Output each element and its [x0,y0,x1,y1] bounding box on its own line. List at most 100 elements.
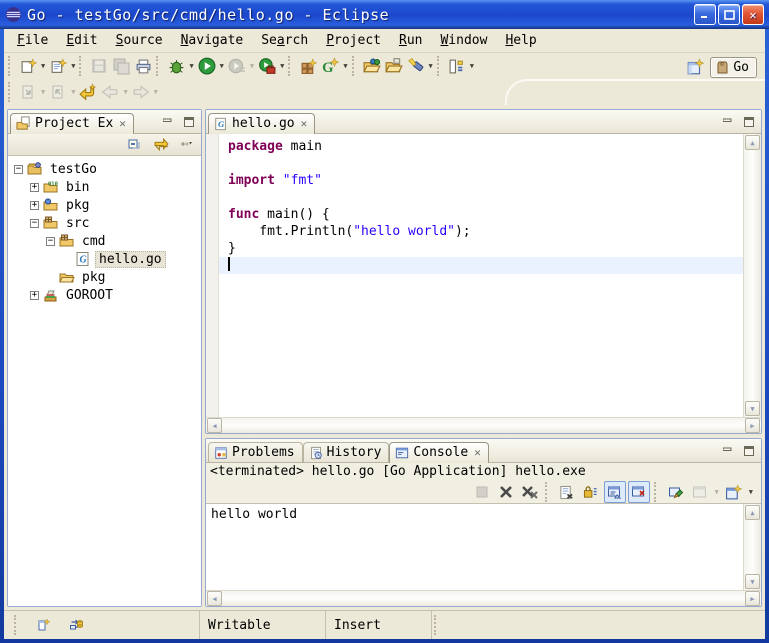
new-go-package-icon[interactable] [297,55,319,77]
collapse-toggle[interactable]: − [30,219,39,228]
new-go-app-dropdown[interactable]: ▼ [343,62,347,70]
annotations-dropdown[interactable]: ▼ [470,62,474,70]
code-line[interactable]: func main() { [219,206,743,223]
maximize-button[interactable] [718,4,740,25]
console-vertical-scrollbar[interactable]: ▲ ▼ [743,504,761,590]
menu-window[interactable]: Window [431,31,496,50]
tree-item-testgo[interactable]: − testGo [8,160,201,178]
collapse-toggle[interactable]: − [14,165,23,174]
scroll-lock-icon[interactable] [580,481,602,503]
scroll-left-icon[interactable]: ◀ [207,418,222,433]
menu-source[interactable]: Source [107,31,172,50]
menu-search[interactable]: Search [252,31,317,50]
debug-icon[interactable] [165,55,187,77]
editor-tab-close-icon[interactable]: ✕ [301,117,308,130]
collapse-all-icon[interactable] [125,134,147,156]
external-tools-icon[interactable] [256,55,278,77]
tree-item-src[interactable]: − src [8,214,201,232]
fast-view-icon[interactable] [33,614,55,636]
minimize-button[interactable] [694,4,716,25]
tree-item-hello-go[interactable]: G hello.go [8,250,201,268]
history-tab[interactable]: History [303,442,390,463]
menu-edit[interactable]: Edit [57,31,106,50]
menu-file[interactable]: File [8,31,57,50]
link-with-editor-icon[interactable] [150,134,172,156]
editor-minimize-icon[interactable] [719,114,736,129]
code-line[interactable]: } [219,240,743,257]
scroll-right-icon[interactable]: ▶ [745,418,760,433]
new-go-app-icon[interactable]: G [319,55,341,77]
console-output[interactable]: hello world [206,504,743,590]
go-perspective-button[interactable]: Go [710,57,757,78]
open-perspective-icon[interactable] [684,56,706,78]
console-maximize-icon[interactable] [740,443,757,458]
collapse-toggle[interactable]: − [46,237,55,246]
scroll-up-icon[interactable]: ▲ [745,505,760,520]
go-open-folder-icon[interactable] [383,55,405,77]
code-line[interactable]: fmt.Println("hello world"); [219,223,743,240]
menu-navigate[interactable]: Navigate [172,31,253,50]
editor-maximize-icon[interactable] [740,114,757,129]
console-horizontal-scrollbar[interactable]: ◀ ▶ [206,590,761,606]
editor-tab-hello-go[interactable]: G hello.go ✕ [208,113,315,134]
new-wizard-icon[interactable] [17,55,39,77]
trim-stack-icon[interactable] [65,614,87,636]
show-stdout-icon[interactable] [604,481,626,503]
scroll-down-icon[interactable]: ▼ [745,574,760,589]
menu-project[interactable]: Project [317,31,390,50]
annotations-icon[interactable] [446,55,468,77]
new-go-file-icon[interactable] [47,55,69,77]
search-dropdown[interactable]: ▼ [429,62,433,70]
clear-console-icon[interactable] [556,481,578,503]
close-button[interactable]: ✕ [742,4,764,25]
code-line[interactable]: import "fmt" [219,172,743,189]
menu-help[interactable]: Help [496,31,545,50]
tree-item-cmd[interactable]: − cmd [8,232,201,250]
tree-item-pkg-src[interactable]: pkg [8,268,201,286]
code-line[interactable] [219,155,743,172]
new-go-file-dropdown[interactable]: ▼ [71,62,75,70]
tree-item-pkg[interactable]: + pkg [8,196,201,214]
new-wizard-dropdown[interactable]: ▼ [41,62,45,70]
explorer-maximize-icon[interactable] [180,114,197,129]
editor-vertical-scrollbar[interactable]: ▲ ▼ [743,134,761,417]
open-console-icon[interactable] [723,481,745,503]
menu-run[interactable]: Run [390,31,431,50]
tree-item-bin[interactable]: + 010 bin [8,178,201,196]
scroll-down-icon[interactable]: ▼ [745,401,760,416]
remove-all-terminated-icon[interactable] [519,481,541,503]
expand-toggle[interactable]: + [30,201,39,210]
scroll-right-icon[interactable]: ▶ [745,591,760,606]
expand-toggle[interactable]: + [30,183,39,192]
go-import-folder-icon[interactable] [361,55,383,77]
console-tab[interactable]: Console ✕ [389,442,488,463]
expand-toggle[interactable]: + [30,291,39,300]
last-edit-location-icon[interactable] [77,81,99,103]
code-line[interactable] [219,189,743,206]
open-console-dropdown[interactable]: ▼ [749,488,753,496]
console-minimize-icon[interactable] [719,443,736,458]
tree-item-goroot[interactable]: + GOROOT [8,286,201,304]
pin-console-icon[interactable] [665,481,687,503]
show-stderr-icon[interactable] [628,481,650,503]
titlebar[interactable]: Go - testGo/src/cmd/hello.go - Eclipse ✕ [0,0,769,29]
console-tab-close-icon[interactable]: ✕ [474,446,481,459]
project-explorer-tab[interactable]: Project Ex ✕ [10,113,134,134]
remove-launch-icon[interactable] [495,481,517,503]
code-line[interactable] [219,257,743,274]
editor-horizontal-scrollbar[interactable]: ◀ ▶ [206,417,761,433]
search-icon[interactable] [405,55,427,77]
problems-tab[interactable]: Problems [208,442,303,463]
project-explorer-close-icon[interactable]: ✕ [119,117,126,130]
scroll-left-icon[interactable]: ◀ [207,591,222,606]
scroll-up-icon[interactable]: ▲ [745,135,760,150]
run-dropdown[interactable]: ▼ [220,62,224,70]
view-menu-icon[interactable] [175,134,197,156]
code-line[interactable]: package main [219,138,743,155]
external-tools-dropdown[interactable]: ▼ [280,62,284,70]
explorer-minimize-icon[interactable] [159,114,176,129]
print-icon[interactable] [132,55,154,77]
code-editor[interactable]: package main import "fmt" func main() { fm… [206,134,743,417]
run-icon[interactable] [196,55,218,77]
debug-dropdown[interactable]: ▼ [189,62,193,70]
